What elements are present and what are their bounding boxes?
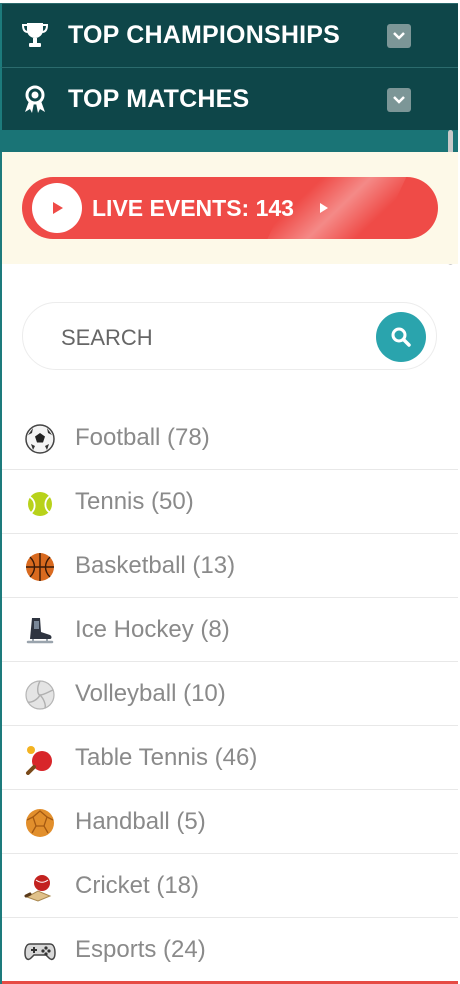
- sports-sidebar: TOP CHAMPIONSHIPS TOP MATCHES LIVE EVENT…: [0, 0, 460, 984]
- live-events-label: LIVE EVENTS: 143: [92, 194, 294, 221]
- ice-skate-icon: [26, 618, 54, 644]
- sport-label: Football (78): [75, 423, 210, 451]
- sports-list: Football (78) Tennis (50) Basketball (13…: [2, 406, 458, 982]
- sport-label: Esports (24): [75, 935, 206, 963]
- chevron-down-icon[interactable]: [387, 88, 411, 112]
- volleyball-icon: [25, 680, 55, 710]
- search-box: [22, 302, 437, 370]
- cricket-icon: [24, 875, 52, 902]
- basketball-icon: [26, 553, 54, 581]
- search-input[interactable]: [59, 321, 363, 355]
- search-icon: [391, 327, 411, 347]
- top-matches-label: TOP MATCHES: [68, 84, 250, 113]
- handball-icon: [26, 809, 54, 837]
- sport-label: Handball (5): [75, 807, 206, 835]
- arrow-right-icon: [320, 203, 328, 213]
- sport-label: Volleyball (10): [75, 679, 226, 707]
- header-strip: [0, 130, 458, 152]
- ping-pong-icon: [26, 746, 52, 775]
- sport-item-tennis[interactable]: Tennis (50): [2, 470, 458, 534]
- play-icon: [32, 183, 82, 233]
- sport-item-basketball[interactable]: Basketball (13): [2, 534, 458, 598]
- top-matches-toggle[interactable]: TOP MATCHES: [0, 67, 458, 130]
- sport-label: Tennis (50): [75, 487, 194, 515]
- top-championships-toggle[interactable]: TOP CHAMPIONSHIPS: [0, 3, 458, 67]
- trophy-icon: [21, 23, 49, 47]
- award-ribbon-icon: [25, 85, 45, 113]
- chevron-down-icon[interactable]: [387, 24, 411, 48]
- tennis-ball-icon: [28, 492, 52, 516]
- top-championships-label: TOP CHAMPIONSHIPS: [68, 21, 340, 49]
- sport-label: Cricket (18): [75, 871, 200, 899]
- football-icon: [25, 424, 55, 454]
- sport-item-esports[interactable]: Esports (24): [2, 918, 458, 982]
- sport-item-ice-hockey[interactable]: Ice Hockey (8): [2, 598, 458, 662]
- sport-label: Ice Hockey (8): [75, 615, 230, 643]
- sport-label: Basketball (13): [75, 551, 236, 579]
- sport-item-handball[interactable]: Handball (5): [2, 790, 458, 854]
- sport-item-football[interactable]: Football (78): [2, 406, 458, 470]
- live-events-button[interactable]: LIVE EVENTS: 143: [22, 177, 438, 239]
- sport-item-volleyball[interactable]: Volleyball (10): [2, 662, 458, 726]
- search-button[interactable]: [376, 312, 426, 362]
- gamepad-icon: [24, 943, 56, 961]
- sport-label: Table Tennis (46): [75, 743, 258, 771]
- sport-item-table-tennis[interactable]: Table Tennis (46): [2, 726, 458, 790]
- sport-item-cricket[interactable]: Cricket (18): [2, 854, 458, 918]
